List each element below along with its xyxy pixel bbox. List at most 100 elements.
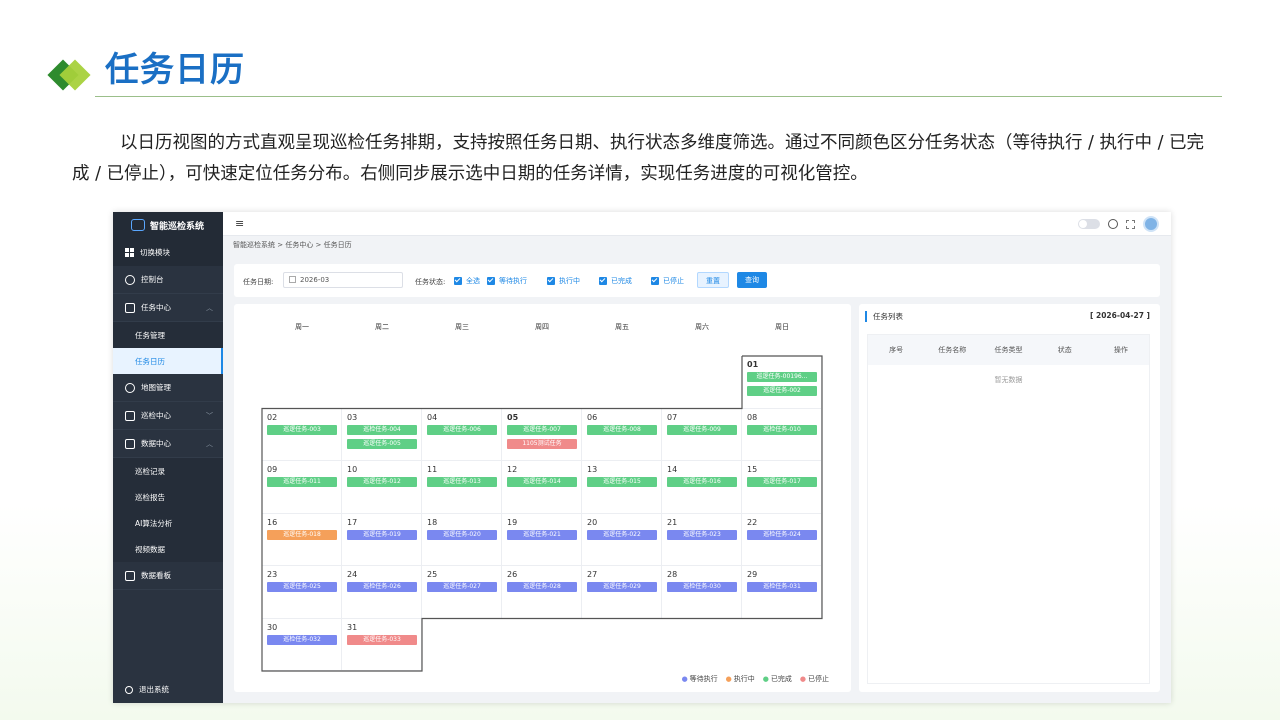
sidebar-item-console[interactable]: 控制台 <box>113 266 223 294</box>
checkbox-completed[interactable]: 已完成 <box>599 276 632 286</box>
theme-toggle[interactable] <box>1078 219 1100 229</box>
task-chip[interactable]: 巡逻任务-015 <box>587 477 657 487</box>
calendar-day[interactable]: 02 巡逻任务-003 <box>262 408 342 461</box>
sidebar-item-label: 任务管理 <box>135 330 165 340</box>
avatar[interactable] <box>1143 216 1159 232</box>
calendar-day[interactable]: 03 巡检任务-004 巡逻任务-005 <box>342 408 422 461</box>
calendar-day[interactable]: 10 巡逻任务-012 <box>342 461 422 514</box>
calendar-day[interactable]: 21 巡逻任务-023 <box>662 513 742 566</box>
calendar-icon <box>289 276 296 283</box>
task-chip[interactable]: 巡逻任务-014 <box>507 477 577 487</box>
calendar-day[interactable]: 01 巡逻任务-00196... 巡逻任务-002 <box>742 356 822 409</box>
reset-button[interactable]: 重置 <box>697 272 729 288</box>
calendar-day[interactable]: 27 巡逻任务-029 <box>582 566 662 619</box>
menu-toggle-icon[interactable]: ≡ <box>235 217 244 230</box>
calendar-day[interactable]: 12 巡逻任务-014 <box>502 461 582 514</box>
sidebar-item-task-calendar[interactable]: 任务日历 <box>113 348 223 374</box>
calendar-day[interactable]: 14 巡逻任务-016 <box>662 461 742 514</box>
calendar-day[interactable]: 18 巡逻任务-020 <box>422 513 502 566</box>
task-chip[interactable]: 巡逻任务-027 <box>427 582 497 592</box>
switch-module-button[interactable]: 切换模块 <box>113 238 223 266</box>
calendar-day[interactable]: 29 巡检任务-031 <box>742 566 822 619</box>
calendar-day[interactable]: 05 巡逻任务-007 1105测试任务 <box>502 408 582 461</box>
logout-button[interactable]: 退出系统 <box>125 684 169 695</box>
globe-icon[interactable] <box>1108 219 1118 229</box>
task-chip[interactable]: 巡逻任务-017 <box>747 477 817 487</box>
sidebar-item-map-management[interactable]: 地图管理 <box>113 374 223 402</box>
calendar-day[interactable]: 22 巡检任务-024 <box>742 513 822 566</box>
checkbox-running[interactable]: 执行中 <box>547 276 580 286</box>
checkbox-stopped[interactable]: 已停止 <box>651 276 684 286</box>
task-chip[interactable]: 巡检任务-030 <box>667 582 737 592</box>
task-chip[interactable]: 巡逻任务-005 <box>347 438 417 449</box>
task-chip[interactable]: 1105测试任务 <box>507 438 577 449</box>
calendar-day[interactable]: 08 巡检任务-010 <box>742 408 822 461</box>
task-chip[interactable]: 巡逻任务-012 <box>347 477 417 487</box>
task-chip[interactable]: 巡检任务-032 <box>267 634 337 645</box>
date-picker-input[interactable]: 2026-03 <box>283 272 403 288</box>
sidebar-item-inspection-reports[interactable]: 巡检报告 <box>113 484 223 510</box>
day-number: 20 <box>587 517 598 527</box>
calendar-day[interactable]: 17 巡逻任务-019 <box>342 513 422 566</box>
task-chip[interactable]: 巡逻任务-018 <box>267 529 337 540</box>
task-chip[interactable]: 巡检任务-024 <box>747 529 817 540</box>
sidebar-item-data-center[interactable]: 数据中心 ︿ <box>113 430 223 458</box>
fullscreen-icon[interactable] <box>1126 219 1135 229</box>
calendar-day[interactable]: 20 巡逻任务-022 <box>582 513 662 566</box>
sidebar-item-video-data[interactable]: 视频数据 <box>113 536 223 562</box>
task-chip[interactable]: 巡逻任务-00196... <box>747 372 817 382</box>
sidebar-item-inspection-records[interactable]: 巡检记录 <box>113 458 223 484</box>
calendar-day[interactable]: 09 巡逻任务-011 <box>262 461 342 514</box>
sidebar-item-label: 数据看板 <box>141 571 171 580</box>
task-chip[interactable]: 巡逻任务-033 <box>347 634 417 645</box>
sidebar-item-task-center[interactable]: 任务中心 ︿ <box>113 294 223 322</box>
task-chip[interactable]: 巡逻任务-020 <box>427 529 497 540</box>
query-button[interactable]: 查询 <box>737 272 767 288</box>
task-chip[interactable]: 巡逻任务-009 <box>667 424 737 435</box>
calendar-day[interactable]: 11 巡逻任务-013 <box>422 461 502 514</box>
task-chip[interactable]: 巡逻任务-021 <box>507 529 577 540</box>
task-chip[interactable]: 巡逻任务-028 <box>507 582 577 592</box>
task-chip[interactable]: 巡逻任务-016 <box>667 477 737 487</box>
task-chip[interactable]: 巡逻任务-013 <box>427 477 497 487</box>
task-chip[interactable]: 巡逻任务-007 <box>507 424 577 435</box>
calendar-day[interactable]: 04 巡逻任务-006 <box>422 408 502 461</box>
slide-title: 任务日历 <box>105 50 245 90</box>
calendar-day[interactable]: 13 巡逻任务-015 <box>582 461 662 514</box>
task-chip[interactable]: 巡逻任务-008 <box>587 424 657 435</box>
task-chip[interactable]: 巡逻任务-029 <box>587 582 657 592</box>
task-chip[interactable]: 巡逻任务-006 <box>427 424 497 435</box>
task-chip[interactable]: 巡检任务-004 <box>347 424 417 435</box>
task-chip[interactable]: 巡逻任务-023 <box>667 529 737 540</box>
task-chip[interactable]: 巡检任务-031 <box>747 582 817 592</box>
task-chip[interactable]: 巡逻任务-011 <box>267 477 337 487</box>
calendar-day[interactable]: 23 巡逻任务-025 <box>262 566 342 619</box>
calendar-day[interactable]: 30 巡检任务-032 <box>262 618 342 671</box>
checkbox-waiting[interactable]: 等待执行 <box>487 276 527 286</box>
day-number: 18 <box>427 517 438 527</box>
task-chip[interactable]: 巡逻任务-019 <box>347 529 417 540</box>
checkbox-all[interactable]: 全选 <box>454 276 480 286</box>
task-chip[interactable]: 巡逻任务-003 <box>267 424 337 435</box>
sidebar-item-task-management[interactable]: 任务管理 <box>113 322 223 348</box>
sidebar-item-ai-analysis[interactable]: AI算法分析 <box>113 510 223 536</box>
sidebar-item-inspection-center[interactable]: 巡检中心 ﹀ <box>113 402 223 430</box>
calendar-day[interactable]: 06 巡逻任务-008 <box>582 408 662 461</box>
calendar-day[interactable]: 16 巡逻任务-018 <box>262 513 342 566</box>
topbar: ≡ <box>223 212 1171 236</box>
task-chip[interactable]: 巡逻任务-022 <box>587 529 657 540</box>
slide-description: 以日历视图的方式直观呈现巡检任务排期，支持按照任务日期、执行状态多维度筛选。通过… <box>72 133 1205 184</box>
calendar-day[interactable]: 19 巡逻任务-021 <box>502 513 582 566</box>
calendar-day[interactable]: 31 巡逻任务-033 <box>342 618 422 671</box>
calendar-day[interactable]: 07 巡逻任务-009 <box>662 408 742 461</box>
calendar-day[interactable]: 28 巡检任务-030 <box>662 566 742 619</box>
sidebar-item-data-dashboard[interactable]: 数据看板 <box>113 562 223 590</box>
task-chip[interactable]: 巡检任务-010 <box>747 424 817 435</box>
calendar-day[interactable]: 25 巡逻任务-027 <box>422 566 502 619</box>
task-chip[interactable]: 巡逻任务-025 <box>267 582 337 592</box>
task-chip[interactable]: 巡逻任务-002 <box>747 386 817 396</box>
calendar-day[interactable]: 26 巡逻任务-028 <box>502 566 582 619</box>
task-chip[interactable]: 巡检任务-026 <box>347 582 417 592</box>
calendar-day[interactable]: 24 巡检任务-026 <box>342 566 422 619</box>
calendar-day[interactable]: 15 巡逻任务-017 <box>742 461 822 514</box>
